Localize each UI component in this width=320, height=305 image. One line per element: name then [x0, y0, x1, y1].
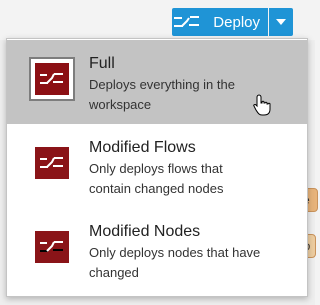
deploy-button-label: Deploy: [213, 13, 260, 31]
menu-item-title: Full: [89, 55, 115, 72]
menu-item-modified-nodes[interactable]: Modified Nodes Only deploys nodes that h…: [7, 208, 307, 292]
menu-item-description: contain changed nodes: [89, 181, 224, 196]
deploy-full-icon: [35, 63, 69, 95]
deploy-menu-toggle[interactable]: [269, 8, 293, 36]
menu-item-title: Modified Nodes: [89, 223, 201, 240]
deploy-nodes-icon: [35, 231, 69, 263]
caret-down-icon: [276, 19, 286, 25]
deploy-button[interactable]: Deploy: [172, 8, 268, 36]
deploy-icon: [174, 16, 200, 27]
deploy-button-group: Deploy: [172, 8, 293, 36]
icon-frame: [29, 225, 75, 269]
menu-item-description: Deploys everything in the: [89, 77, 235, 92]
hand-cursor-icon: [253, 94, 271, 116]
menu-item-description: Only deploys flows that: [89, 161, 223, 176]
menu-item-description: Only deploys nodes that have: [89, 245, 261, 260]
menu-item-modified-flows[interactable]: Modified Flows Only deploys flows that c…: [7, 124, 307, 208]
icon-frame: [29, 141, 75, 185]
deploy-flows-icon: [35, 147, 69, 179]
menu-item-description: changed: [89, 265, 139, 280]
menu-item-title: Modified Flows: [89, 139, 196, 156]
icon-frame: [29, 57, 75, 101]
deploy-menu: Full Deploys everything in the workspace…: [6, 38, 308, 297]
